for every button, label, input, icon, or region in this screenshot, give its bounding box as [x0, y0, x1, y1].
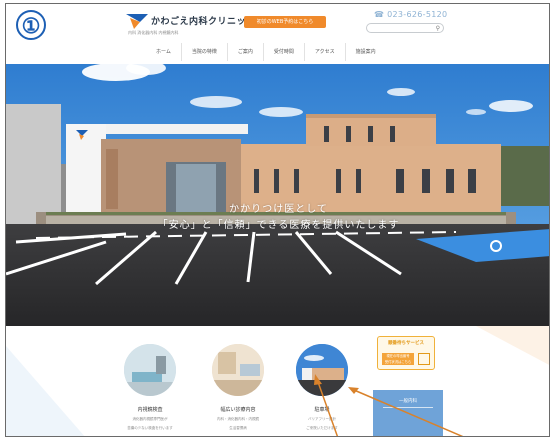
queue-service-banner[interactable]: 順番待ちサービス 現在の呼出番号 受付状況はこちら [377, 336, 435, 370]
queue-icon [418, 353, 430, 365]
service-desc-line1: 消化器内視鏡専門医が [132, 417, 168, 421]
clinic-logo-subtitle: 内科 消化器内科 内視鏡内科 [128, 30, 179, 35]
nav-item-hours[interactable]: 受付時間 [262, 43, 304, 61]
nav-item-guide[interactable]: ご案内 [226, 43, 263, 61]
search-input[interactable]: ⚲ [366, 23, 444, 33]
service-endoscopy[interactable]: 内視鏡検査 消化器内視鏡専門医が 苦痛の少ない検査を行います [118, 344, 182, 431]
service-parking[interactable]: 駐車場 バリアフリー設計 ご来院いただけます [290, 344, 354, 431]
step-number-label: ① [21, 13, 41, 38]
service-title: 幅広い診療内容 [220, 407, 256, 413]
clinic-building-photo [6, 64, 549, 326]
hero-tagline-line1: かかりつけ医として [229, 204, 328, 215]
queue-service-text: 現在の呼出番号 受付状況はこちら [382, 353, 414, 365]
search-icon[interactable]: ⚲ [436, 25, 440, 32]
examination-room-photo[interactable] [212, 344, 264, 396]
decorative-background [6, 326, 549, 436]
hero-tagline-line2: 「安心」と「信頼」できる医療を提供いたします [157, 220, 400, 231]
global-nav: ホーム 当院の特徴 ご案内 受付時間 アクセス 施設案内 [146, 43, 386, 61]
card-divider [383, 407, 433, 408]
hero-image: かかりつけ医として 「安心」と「信頼」できる医療を提供いたします [6, 64, 549, 326]
nav-item-home[interactable]: ホーム [146, 43, 181, 61]
service-desc-line2: 苦痛の少ない検査を行います [127, 426, 173, 430]
service-desc-line1: バリアフリー設計 [308, 417, 336, 421]
queue-service-title: 順番待ちサービス [388, 341, 424, 346]
service-desc-line2: 生活習慣病 [229, 426, 247, 430]
nav-item-access[interactable]: アクセス [303, 43, 345, 61]
step-number-badge: ① [16, 10, 46, 40]
card-title: 一般内科 [399, 399, 417, 404]
service-wide-range[interactable]: 幅広い診療内容 内科・消化器内科・内視鏡 生活習慣病 [206, 344, 270, 431]
browser-viewport: ① かわごえ内科クリニック 内科 消化器内科 内視鏡内科 初診のWEB予約はこち… [5, 3, 550, 437]
nav-item-facility[interactable]: 施設案内 [344, 43, 386, 61]
endoscopy-photo[interactable] [124, 344, 176, 396]
service-desc-line1: 内科・消化器内科・内視鏡 [217, 417, 259, 421]
clinic-exterior-photo[interactable] [296, 344, 348, 396]
general-internal-medicine-card[interactable]: 一般内科 [373, 390, 443, 436]
queue-service-text-line2: 受付状況はこちら [384, 360, 412, 364]
clinic-logo-name[interactable]: かわごえ内科クリニック [151, 14, 256, 27]
clinic-logo-icon[interactable] [126, 12, 148, 30]
phone-number[interactable]: ☎ 023-626-5120 [374, 10, 447, 19]
nav-item-features[interactable]: 当院の特徴 [180, 43, 227, 61]
service-desc-line2: ご来院いただけます [306, 426, 338, 430]
services-section: 内視鏡検査 消化器内視鏡専門医が 苦痛の少ない検査を行います 幅広い診療内容 内… [6, 326, 549, 436]
web-reservation-button[interactable]: 初診のWEB予約はこちら [244, 16, 326, 28]
service-title: 内視鏡検査 [137, 407, 163, 413]
service-title: 駐車場 [314, 407, 330, 413]
